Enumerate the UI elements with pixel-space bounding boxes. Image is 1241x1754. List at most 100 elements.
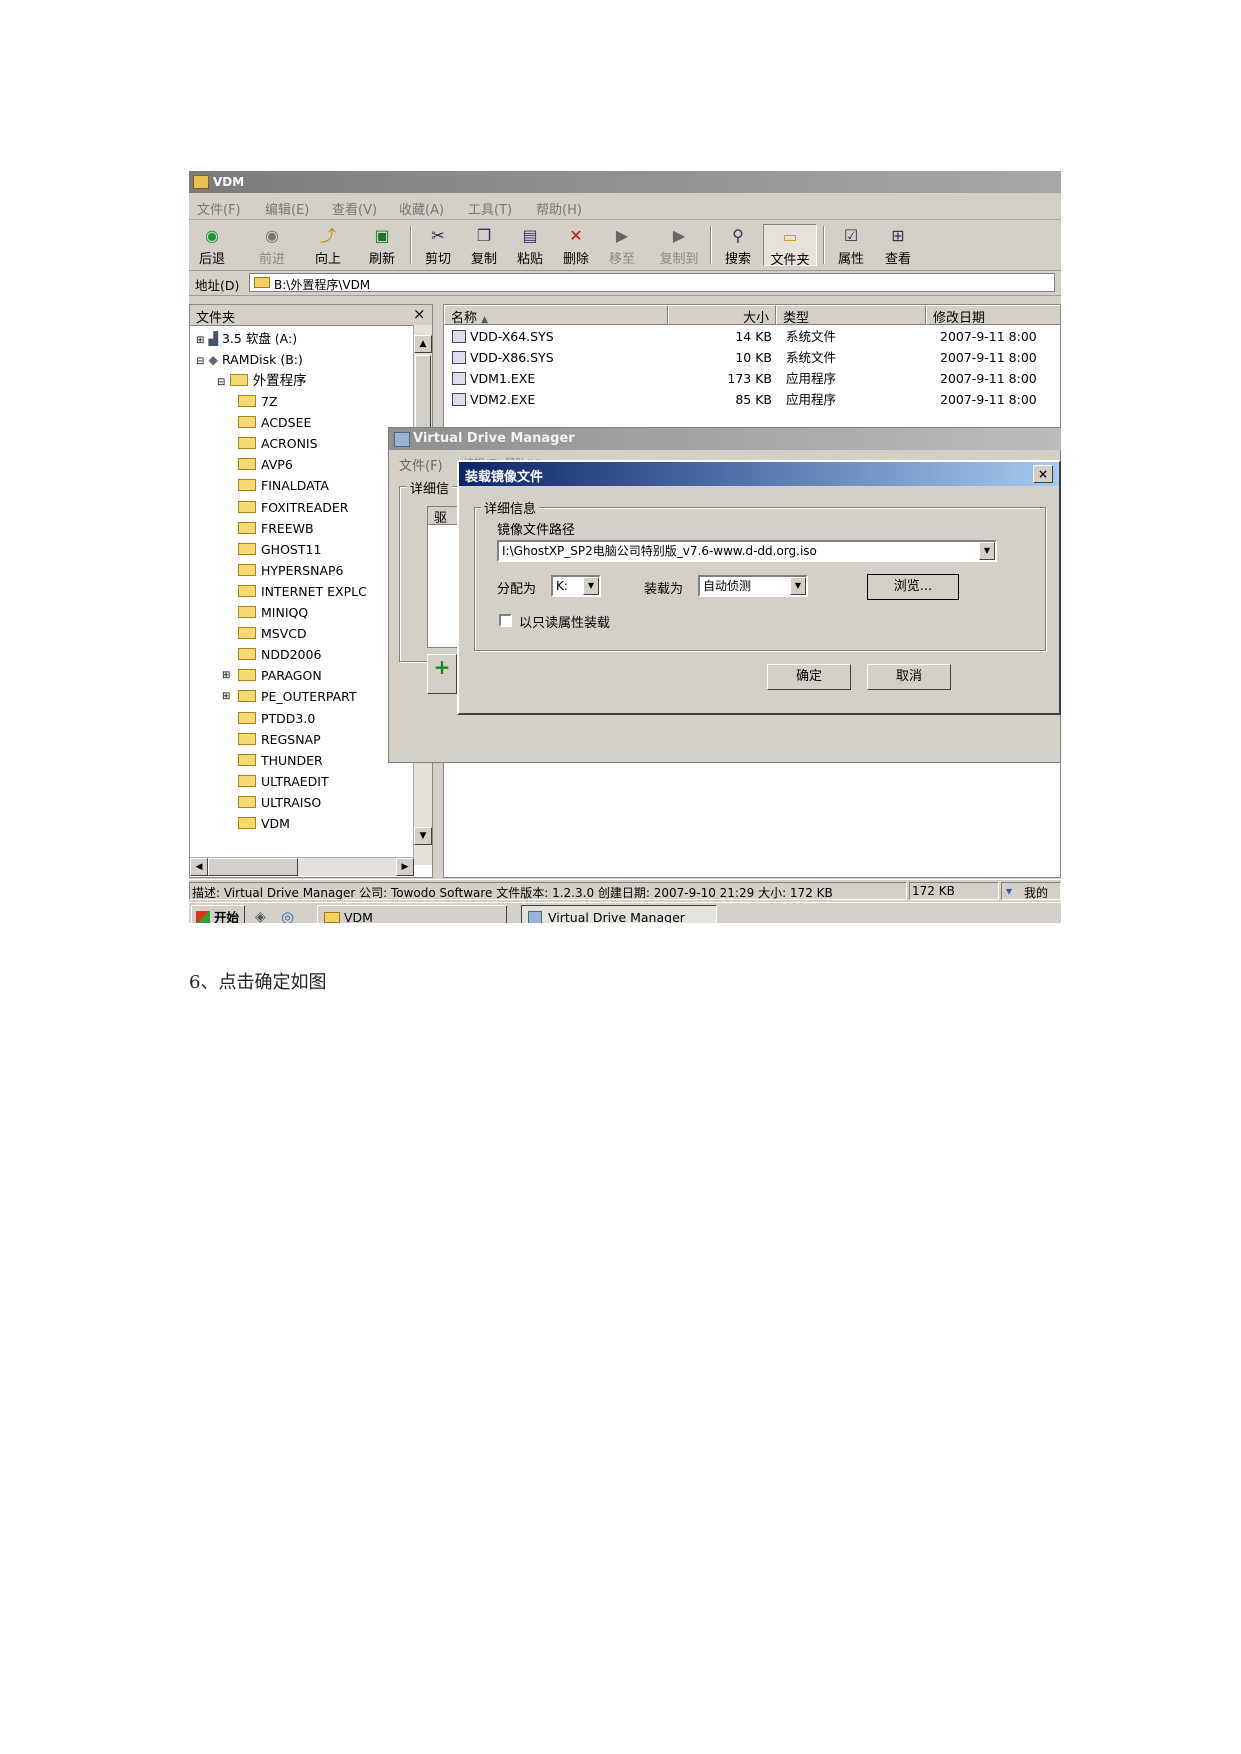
taskbar-item-virtual-drive-manager[interactable]: Virtual Drive Manager [521,905,717,923]
scissors-icon: ✂ [431,226,445,245]
scroll-left-icon[interactable]: ◀ [190,858,208,876]
chevron-down-icon[interactable]: ▼ [979,542,995,560]
tree-folder-root[interactable]: ⊟ 外置程序 [217,371,307,391]
delete-x-icon: ✕ [569,226,583,245]
tree-drive-a[interactable]: ⊞ ▟ 3.5 软盘 (A:) [196,329,297,349]
tree-folder-item[interactable]: FOXITREADER [238,498,348,518]
refresh-button[interactable]: ▣ 刷新 [359,224,405,267]
tree-drive-b[interactable]: ⊟ ◆ RAMDisk (B:) [196,350,303,370]
taskbar: 开始 ◈ ◎ VDM Virtual Drive Manager [189,902,1061,923]
forward-button[interactable]: ◉ 前进 [249,224,295,267]
tree-folder-item[interactable]: INTERNET EXPLC [238,582,367,602]
up-button[interactable]: ⤴ 向上 [305,224,351,267]
column-header-date[interactable]: 修改日期 [926,305,1060,326]
browser-icon[interactable]: ◎ [281,908,294,923]
assign-label: 分配为 [497,582,537,597]
cancel-button[interactable]: 取消 [867,664,951,690]
tree-folder-item[interactable]: VDM [238,814,290,834]
close-icon[interactable]: × [413,305,426,323]
menu-tools[interactable]: 工具(T) [468,199,512,218]
file-row[interactable]: VDM2.EXE 85 KB 应用程序 2007-9-11 8:00 [444,389,1060,410]
vdm-menu-file[interactable]: 文件(F) [399,455,443,474]
scroll-right-icon[interactable]: ▶ [396,858,414,876]
file-row[interactable]: VDD-X64.SYS 14 KB 系统文件 2007-9-11 8:00 [444,326,1060,347]
tree-horizontal-scrollbar[interactable]: ◀ ▶ [190,857,414,876]
up-folder-icon: ⤴ [319,226,336,245]
copy-to-icon: ▶ [672,226,686,245]
back-button[interactable]: ◉ 后退 [189,224,235,267]
toolbar: ◉ 后退 ◉ 前进 ⤴ 向上 ▣ 刷新 ✂ 剪切 ❐ 复制 ▤ 粘贴 ✕ 删除 ▶ 移至 ▶ 复制到… [189,220,1061,271]
menu-view[interactable]: 查看(V) [332,199,377,218]
tree-folder-item[interactable]: 7Z [238,392,278,412]
taskbar-item-vdm[interactable]: VDM [317,905,507,923]
folder-icon [238,500,256,513]
folder-pane-header: 文件夹 × [190,305,432,326]
menu-edit[interactable]: 编辑(E) [265,199,309,218]
browse-button[interactable]: 浏览... [867,574,959,600]
tree-folder-item[interactable]: FREEWB [238,519,314,539]
delete-button[interactable]: ✕ 删除 [553,224,599,267]
tree-folder-item[interactable]: ULTRAISO [238,793,321,813]
folder-icon [238,395,256,407]
mount-type-select[interactable]: 自动侦测 ▼ [698,575,808,597]
tree-folder-item[interactable]: REGSNAP [238,730,321,750]
menu-help[interactable]: 帮助(H) [536,199,582,218]
folder-icon [238,711,256,724]
column-header-name[interactable]: 名称 ▲ [444,305,668,326]
move-to-button[interactable]: ▶ 移至 [599,224,645,267]
menu-favorites[interactable]: 收藏(A) [399,199,444,218]
expand-plus-icon[interactable]: ⊞ [222,687,230,707]
chevron-down-icon[interactable]: ▼ [583,577,599,595]
file-row[interactable]: VDD-X86.SYS 10 KB 系统文件 2007-9-11 8:00 [444,347,1060,368]
tree-folder-item[interactable]: ACRONIS [238,434,318,454]
application-icon [452,372,466,385]
search-button[interactable]: ⚲ 搜索 [715,224,761,267]
tree-folder-item[interactable]: ULTRAEDIT [238,772,329,792]
desktop-icon[interactable]: ◈ [255,909,266,923]
close-icon[interactable]: × [1033,465,1053,483]
tree-folder-item[interactable]: THUNDER [238,751,323,771]
properties-button[interactable]: ☑ 属性 [828,224,874,267]
scroll-down-icon[interactable]: ▼ [414,827,432,845]
tree-folder-item[interactable]: AVP6 [238,455,293,475]
folder-icon [238,627,256,640]
tree-folder-item[interactable]: MSVCD [238,624,307,644]
menu-file[interactable]: 文件(F) [197,199,241,218]
readonly-checkbox[interactable] [499,614,512,627]
scroll-thumb[interactable] [208,858,298,876]
tree-folder-item[interactable]: GHOST11 [238,540,321,560]
ok-button[interactable]: 确定 [767,664,851,690]
tree-folder-item[interactable]: ⊞ PE_OUTERPART [222,687,357,707]
paste-button[interactable]: ▤ 粘贴 [507,224,553,267]
tree-folder-item[interactable]: MINIQQ [238,603,308,623]
add-drive-icon[interactable]: + [427,654,457,694]
folder-icon [238,732,256,745]
tree-folder-item[interactable]: ⊞ PARAGON [222,666,322,686]
tree-folder-item[interactable]: HYPERSNAP6 [238,561,343,581]
folder-icon [238,690,256,703]
copy-button[interactable]: ❐ 复制 [461,224,507,267]
copy-to-button[interactable]: ▶ 复制到 [651,224,707,267]
folders-button[interactable]: ▭ 文件夹 [763,224,817,268]
file-row[interactable]: VDM1.EXE 173 KB 应用程序 2007-9-11 8:00 [444,368,1060,389]
column-header-type[interactable]: 类型 [776,305,926,326]
paste-icon: ▤ [522,226,538,245]
start-button[interactable]: 开始 [191,905,245,923]
address-input[interactable]: B:\外置程序\VDM [249,273,1055,292]
tree-folder-item[interactable]: FINALDATA [238,476,329,496]
tree-folder-item[interactable]: ACDSEE [238,413,311,433]
toolbar-separator [710,226,712,264]
tree-folder-item[interactable]: PTDD3.0 [238,709,315,729]
drive-letter-select[interactable]: K: ▼ [551,575,601,597]
file-name: VDM2.EXE [470,392,536,407]
folder-icon [238,542,256,555]
view-button[interactable]: ⊞ 查看 [875,224,921,267]
chevron-down-icon[interactable]: ▼ [790,577,806,595]
cut-button[interactable]: ✂ 剪切 [415,224,461,267]
scroll-up-icon[interactable]: ▲ [414,335,432,353]
mount-dialog-title: 装载镜像文件 [465,470,544,485]
expand-plus-icon[interactable]: ⊞ [222,666,230,686]
column-header-size[interactable]: 大小 [668,305,776,326]
tree-folder-item[interactable]: NDD2006 [238,645,321,665]
image-path-combo[interactable]: I:\GhostXP_SP2电脑公司特别版_v7.6-www.d-dd.org.… [497,540,997,562]
